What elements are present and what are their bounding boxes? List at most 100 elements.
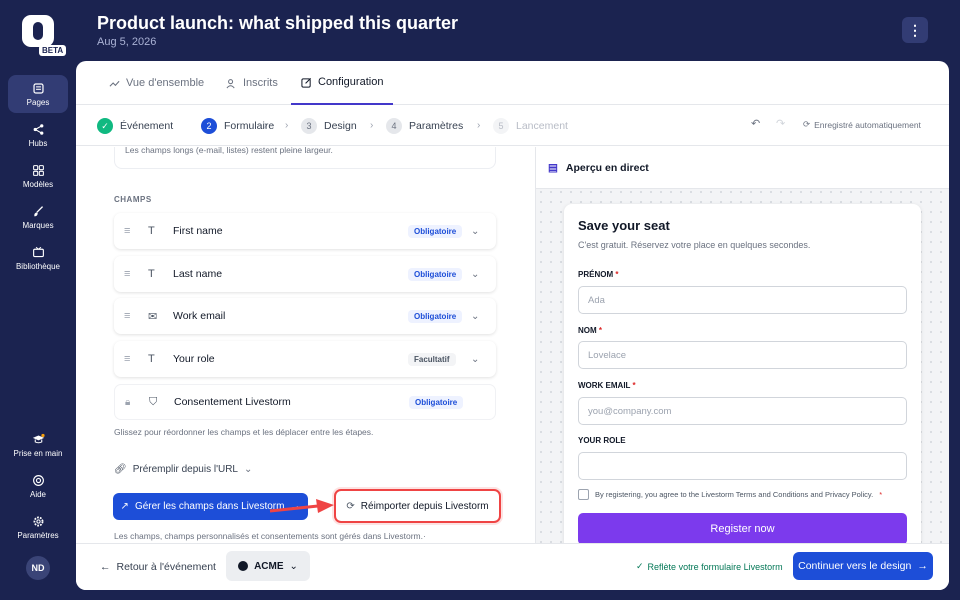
tab-label: Inscrits <box>243 77 278 89</box>
step-design[interactable]: 3 Design <box>301 118 357 134</box>
arrow-right-icon: → <box>917 560 928 572</box>
required-star: * <box>879 490 883 499</box>
sidebar-item-aide[interactable]: Aide <box>8 467 68 505</box>
field-row-work-email[interactable]: ≡ ✉ Work email Obligatoire ⌄ <box>114 298 496 334</box>
chevron-down-icon[interactable]: ⌄ <box>471 311 479 322</box>
step-lancement: 5 Lancement <box>493 118 568 134</box>
sidebar-item-label: Hubs <box>28 138 48 148</box>
live-preview-panel: ▤ Aperçu en direct Save your seat C'est … <box>535 147 949 543</box>
field-name: Your role <box>173 353 215 365</box>
shield-icon: ⛉ <box>149 395 158 408</box>
step-number: 2 <box>201 118 217 134</box>
drag-handle-icon[interactable]: ≡ <box>124 353 130 365</box>
chevron-right-icon: › <box>285 120 289 131</box>
step-label: Paramètres <box>409 120 464 132</box>
pages-icon <box>32 82 44 94</box>
sidebar-item-pages[interactable]: Pages <box>8 75 68 113</box>
avatar[interactable]: ND <box>26 556 50 580</box>
sidebar-item-label: Marques <box>22 220 54 230</box>
label-text: YOUR ROLE <box>578 436 626 445</box>
your-role-input[interactable] <box>578 452 907 480</box>
lock-icon: 🔒︎ <box>125 396 131 408</box>
step-number: 5 <box>493 118 509 134</box>
tab-overview[interactable]: Vue d'ensemble <box>109 61 204 105</box>
help-icon <box>32 474 44 486</box>
step-label: Événement <box>120 120 174 132</box>
brush-icon <box>33 205 43 216</box>
consent-checkbox[interactable]: By registering, you agree to the Livesto… <box>578 489 882 500</box>
reorder-hint: Glissez pour réordonner les champs et le… <box>114 427 374 437</box>
label-text: WORK EMAIL <box>578 381 631 390</box>
text-icon: T <box>148 225 155 237</box>
sidebar-item-label: Pages <box>26 97 50 107</box>
required-badge: Obligatoire <box>408 309 463 323</box>
required-star: * <box>632 381 636 390</box>
register-button[interactable]: Register now <box>578 513 907 543</box>
prenom-input[interactable]: Ada <box>578 286 907 314</box>
gear-icon <box>33 516 43 526</box>
grid-icon <box>32 164 44 176</box>
field-row-last-name[interactable]: ≡ T Last name Obligatoire ⌄ <box>114 256 496 292</box>
sidebar-item-prise-en-main[interactable]: Prise en main <box>8 426 68 464</box>
tab-registrants[interactable]: Inscrits <box>226 61 278 105</box>
tab-label: Configuration <box>318 76 384 88</box>
tv-icon <box>32 246 44 257</box>
chevron-down-icon[interactable]: ⌄ <box>471 354 479 365</box>
beta-badge: BETA <box>39 45 67 56</box>
manage-fields-label: Gérer les champs dans Livestorm <box>134 501 285 512</box>
step-evenement[interactable]: ✓ Événement <box>97 118 173 134</box>
sidebar: BETA Pages Hubs Modèles Marques Biblioth… <box>0 0 76 600</box>
field-row-your-role[interactable]: ≡ T Your role Facultatif ⌄ <box>114 341 496 377</box>
check-icon: ✓ <box>97 118 113 134</box>
required-star: * <box>615 270 619 279</box>
brand-logo-icon <box>238 561 249 571</box>
work-email-input[interactable]: you@company.com <box>578 397 907 425</box>
sync-status: ✓ Reflète votre formulaire Livestorm <box>636 561 783 572</box>
managed-note: Les champs, champs personnalisés et cons… <box>114 531 426 541</box>
drag-handle-icon[interactable]: ≡ <box>124 225 130 237</box>
drag-handle-icon[interactable]: ≡ <box>124 268 130 280</box>
sidebar-item-marques[interactable]: Marques <box>8 198 68 236</box>
sidebar-item-parametres[interactable]: Paramètres <box>8 508 68 546</box>
sidebar-item-label: Bibliothèque <box>15 261 61 271</box>
redo-icon[interactable]: ↷ <box>776 117 785 130</box>
continue-label: Continuer vers le design <box>798 560 912 572</box>
nom-input[interactable]: Lovelace <box>578 341 907 369</box>
sidebar-item-bibliotheque[interactable]: Bibliothèque <box>8 239 68 277</box>
checkbox[interactable] <box>578 489 589 500</box>
tab-configuration[interactable]: Configuration <box>291 61 394 105</box>
field-label-prenom: PRÉNOM * <box>578 270 618 279</box>
preview-header: ▤ Aperçu en direct <box>536 147 949 189</box>
more-options-button[interactable]: ⋮ <box>902 17 928 43</box>
drag-handle-icon[interactable]: ≡ <box>124 310 130 322</box>
step-parametres[interactable]: 4 Paramètres <box>386 118 463 134</box>
app-logo[interactable] <box>22 15 54 47</box>
sidebar-item-hubs[interactable]: Hubs <box>8 116 68 154</box>
field-name: Work email <box>173 310 226 322</box>
field-row-first-name[interactable]: ≡ T First name Obligatoire ⌄ <box>114 213 496 249</box>
brand-select[interactable]: ACME ⌄ <box>226 551 310 581</box>
required-badge: Obligatoire <box>409 395 464 409</box>
prefill-toggle[interactable]: 🔗︎ Préremplir depuis l'URL ⌄ <box>114 464 252 475</box>
step-number: 3 <box>301 118 317 134</box>
required-star: * <box>598 326 603 335</box>
step-formulaire[interactable]: 2 Formulaire <box>201 118 274 134</box>
autosave-label: Enregistré automatiquement <box>814 119 921 130</box>
sync-status-label: Reflète votre formulaire Livestorm <box>647 561 783 572</box>
chevron-down-icon[interactable]: ⌄ <box>471 226 479 237</box>
label-text: PRÉNOM <box>578 270 614 279</box>
tab-bar: Vue d'ensemble Inscrits Configuration <box>76 61 949 105</box>
reimport-button[interactable]: ⟳ Réimporter depuis Livestorm <box>334 489 501 523</box>
graduation-icon <box>32 433 45 443</box>
continue-to-design-button[interactable]: Continuer vers le design → <box>793 552 933 580</box>
event-date: Aug 5, 2026 <box>97 36 157 48</box>
chevron-down-icon[interactable]: ⌄ <box>471 269 479 280</box>
sidebar-item-modeles[interactable]: Modèles <box>8 157 68 195</box>
sync-icon: ⟳ <box>803 119 811 129</box>
back-to-event-link[interactable]: ← Retour à l'événement <box>100 561 216 573</box>
back-label: Retour à l'événement <box>116 561 216 573</box>
undo-icon[interactable]: ↶ <box>751 117 760 130</box>
step-label: Design <box>324 120 357 132</box>
annotation-arrow <box>269 499 334 513</box>
consent-text: By registering, you agree to the Livesto… <box>595 490 874 499</box>
